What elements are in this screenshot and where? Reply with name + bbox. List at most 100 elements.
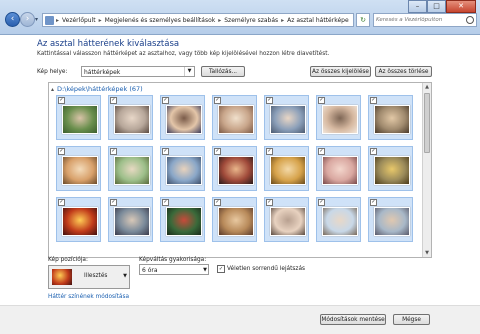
wallpaper-thumbnail[interactable]: ✓ xyxy=(264,146,309,191)
close-button[interactable]: ✕ xyxy=(446,0,476,13)
wallpaper-thumbnail[interactable]: ✓ xyxy=(368,95,413,140)
thumbnail-checkbox[interactable]: ✓ xyxy=(266,148,273,155)
thumbnail-image xyxy=(218,156,254,185)
shuffle-checkbox[interactable]: ✓ xyxy=(217,265,225,273)
gallery-scrollbar[interactable]: ▲ ▼ xyxy=(422,83,431,257)
frequency-dropdown[interactable]: 6 óra ▼ xyxy=(139,264,209,275)
wallpaper-thumbnail[interactable]: ✓ xyxy=(108,197,153,242)
frequency-label: Képváltás gyakorisága: xyxy=(139,257,207,263)
thumbnail-checkbox[interactable]: ✓ xyxy=(58,148,65,155)
thumbnail-image xyxy=(62,105,98,134)
wallpaper-thumbnail[interactable]: ✓ xyxy=(316,146,361,191)
thumbnail-image xyxy=(218,207,254,236)
thumbnail-checkbox[interactable]: ✓ xyxy=(110,148,117,155)
navigation-bar: ‹ › ▾ ▸ Vezérlőpult ▸ Megjelenés és szem… xyxy=(0,0,480,35)
browse-button[interactable]: Tallózás... xyxy=(201,66,245,77)
main-content: Az asztal hátterének kiválasztása Kattin… xyxy=(0,35,480,334)
thumbnail-image xyxy=(322,156,358,185)
thumbnail-checkbox[interactable]: ✓ xyxy=(370,148,377,155)
location-value: háttérképek xyxy=(84,69,121,76)
wallpaper-thumbnail[interactable]: ✓ xyxy=(212,146,257,191)
wallpaper-thumbnail[interactable]: ✓ xyxy=(212,95,257,140)
thumbnail-image xyxy=(166,207,202,236)
wallpaper-thumbnail[interactable]: ✓ xyxy=(264,95,309,140)
forward-button[interactable]: › xyxy=(20,12,35,27)
thumbnail-checkbox[interactable]: ✓ xyxy=(318,148,325,155)
wallpaper-thumbnail[interactable]: ✓ xyxy=(212,197,257,242)
thumbnail-checkbox[interactable]: ✓ xyxy=(110,97,117,104)
breadcrumb-appearance[interactable]: Megjelenés és személyes beállítások xyxy=(102,17,219,24)
wallpaper-thumbnail[interactable]: ✓ xyxy=(56,95,101,140)
thumbnail-checkbox[interactable]: ✓ xyxy=(318,199,325,206)
picture-position-label: Kép pozíciója: xyxy=(48,257,88,263)
thumbnail-image xyxy=(270,105,306,134)
search-input[interactable] xyxy=(374,14,466,26)
cancel-button[interactable]: Mégse xyxy=(393,314,430,325)
maximize-button[interactable]: □ xyxy=(427,0,446,13)
thumbnail-checkbox[interactable]: ✓ xyxy=(162,199,169,206)
wallpaper-thumbnail[interactable]: ✓ xyxy=(56,197,101,242)
clear-all-button[interactable]: Az összes törlése xyxy=(375,66,432,77)
picture-position-value: Illesztés xyxy=(84,273,108,279)
footer-bar: Módosítások mentése Mégse xyxy=(0,305,480,334)
thumbnail-image xyxy=(270,207,306,236)
thumbnail-image xyxy=(114,207,150,236)
thumbnail-image xyxy=(270,156,306,185)
wallpaper-thumbnail[interactable]: ✓ xyxy=(160,146,205,191)
thumbnail-checkbox[interactable]: ✓ xyxy=(162,97,169,104)
page-subtitle: Kattintással válasszon háttérképet az as… xyxy=(37,51,330,57)
thumbnail-checkbox[interactable]: ✓ xyxy=(58,97,65,104)
thumbnail-checkbox[interactable]: ✓ xyxy=(370,199,377,206)
thumbnail-image xyxy=(166,156,202,185)
recent-pages-icon[interactable]: ▾ xyxy=(35,16,38,23)
wallpaper-thumbnail[interactable]: ✓ xyxy=(368,146,413,191)
breadcrumb-desktop-background[interactable]: Az asztal háttérképe xyxy=(284,17,352,24)
save-changes-button[interactable]: Módosítások mentése xyxy=(320,314,386,325)
wallpaper-thumbnail[interactable]: ✓ xyxy=(316,197,361,242)
select-all-button[interactable]: Az összes kijelölése xyxy=(310,66,371,77)
thumbnail-image xyxy=(166,105,202,134)
location-dropdown[interactable]: háttérképek ▼ xyxy=(81,66,195,77)
thumbnail-checkbox[interactable]: ✓ xyxy=(214,199,221,206)
thumbnail-checkbox[interactable]: ✓ xyxy=(214,97,221,104)
thumbnail-checkbox[interactable]: ✓ xyxy=(162,148,169,155)
thumbnail-checkbox[interactable]: ✓ xyxy=(370,97,377,104)
thumbnail-checkbox[interactable]: ✓ xyxy=(110,199,117,206)
gallery-group-header[interactable]: ▴ D:\képek\háttérképek (67) xyxy=(51,85,143,93)
wallpaper-thumbnail[interactable]: ✓ xyxy=(160,95,205,140)
address-bar[interactable]: ▸ Vezérlőpult ▸ Megjelenés és személyes … xyxy=(42,13,354,27)
refresh-icon[interactable]: ↻ xyxy=(356,13,370,27)
background-color-link[interactable]: Háttér színének módosítása xyxy=(48,294,129,300)
thumbnail-image xyxy=(114,105,150,134)
window-controls: – □ ✕ xyxy=(408,0,476,13)
breadcrumb-personalization[interactable]: Személyre szabás xyxy=(221,17,281,24)
thumbnail-checkbox[interactable]: ✓ xyxy=(266,199,273,206)
thumbnail-checkbox[interactable]: ✓ xyxy=(58,199,65,206)
thumbnail-image xyxy=(374,207,410,236)
picture-position-dropdown[interactable]: Illesztés ▼ xyxy=(48,265,130,289)
wallpaper-thumbnail[interactable]: ✓ xyxy=(108,146,153,191)
thumbnail-image xyxy=(322,207,358,236)
scroll-down-icon[interactable]: ▼ xyxy=(423,249,431,257)
shuffle-option[interactable]: ✓ Véletlen sorrendű lejátszás xyxy=(217,265,305,273)
back-button[interactable]: ‹ xyxy=(5,12,20,27)
wallpaper-thumbnail[interactable]: ✓ xyxy=(108,95,153,140)
minimize-button[interactable]: – xyxy=(408,0,427,13)
wallpaper-thumbnail[interactable]: ✓ xyxy=(264,197,309,242)
scrollbar-thumb[interactable] xyxy=(424,93,430,153)
thumbnail-checkbox[interactable]: ✓ xyxy=(214,148,221,155)
wallpaper-thumbnail[interactable]: ✓ xyxy=(368,197,413,242)
wallpaper-thumbnail[interactable]: ✓ xyxy=(316,95,361,140)
thumbnail-checkbox[interactable]: ✓ xyxy=(318,97,325,104)
gallery-group-label: D:\képek\háttérképek (67) xyxy=(57,85,143,93)
thumbnail-image xyxy=(374,105,410,134)
search-box[interactable] xyxy=(373,13,477,27)
wallpaper-gallery: ▴ D:\képek\háttérképek (67) ✓ ✓ ✓ ✓ ✓ ✓ ✓ ✓ ✓ ✓ ✓ ✓… xyxy=(48,82,432,258)
chevron-down-icon: ▼ xyxy=(123,273,127,279)
wallpaper-thumbnail[interactable]: ✓ xyxy=(160,197,205,242)
control-panel-icon xyxy=(45,15,54,25)
wallpaper-thumbnail[interactable]: ✓ xyxy=(56,146,101,191)
breadcrumb-control-panel[interactable]: Vezérlőpult xyxy=(59,17,99,24)
scroll-up-icon[interactable]: ▲ xyxy=(423,83,431,91)
thumbnail-checkbox[interactable]: ✓ xyxy=(266,97,273,104)
